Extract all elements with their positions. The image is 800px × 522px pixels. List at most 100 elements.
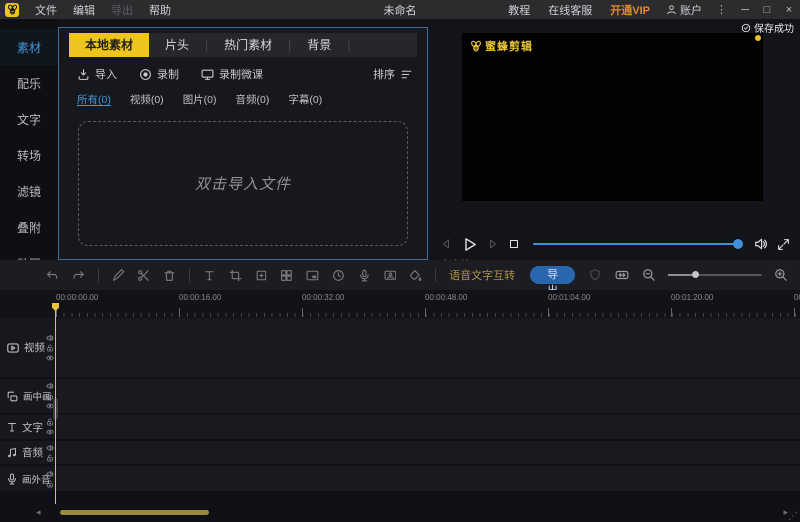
tab-local-media[interactable]: 本地素材 (69, 33, 149, 57)
presenter-icon[interactable] (384, 268, 397, 283)
minimize-button[interactable]: ─ (734, 4, 756, 16)
track-text[interactable]: 文字 (0, 415, 800, 439)
fit-timeline-icon[interactable] (614, 268, 630, 282)
track-voiceover-header: 画外音 (0, 466, 56, 491)
video-track-icon (6, 341, 20, 355)
track-lock-icon[interactable] (46, 480, 54, 488)
record-button[interactable]: 录制 (139, 66, 179, 82)
track-video[interactable]: 视频 (0, 318, 800, 377)
track-visibility-icon[interactable] (46, 428, 54, 436)
menu-edit[interactable]: 编辑 (65, 2, 103, 18)
chroma-key-icon[interactable] (409, 268, 422, 283)
time-ruler[interactable]: 00:00:00.00 00:00:16.00 00:00:32.00 00:0… (0, 290, 800, 318)
track-text-lane[interactable] (56, 415, 800, 439)
stop-icon[interactable] (508, 238, 520, 250)
volume-icon[interactable] (754, 237, 768, 251)
tab-background[interactable]: 背景 (291, 33, 347, 57)
fullscreen-icon[interactable] (777, 238, 790, 251)
account-button[interactable]: 账户 (659, 2, 709, 18)
redo-icon[interactable] (72, 268, 85, 283)
video-viewport[interactable]: 蜜蜂剪辑 (462, 33, 763, 201)
prev-frame-icon[interactable] (440, 238, 452, 250)
frame-add-icon[interactable] (255, 268, 268, 283)
filter-audio[interactable]: 音频(0) (236, 92, 270, 107)
track-mute-icon[interactable] (46, 334, 54, 342)
menu-file[interactable]: 文件 (27, 2, 65, 18)
crop-icon[interactable] (229, 268, 242, 283)
maximize-button[interactable]: □ (756, 4, 778, 16)
timeline-zoom-slider[interactable] (668, 274, 762, 276)
menu-help[interactable]: 帮助 (141, 2, 179, 18)
corner-handle[interactable] (755, 35, 761, 41)
tab-hot-media[interactable]: 热门素材 (208, 33, 288, 57)
shield-icon (588, 268, 602, 282)
track-audio[interactable]: 音频 (0, 441, 800, 464)
import-button[interactable]: 导入 (77, 66, 117, 82)
pip-icon[interactable] (306, 268, 319, 283)
filter-image[interactable]: 图片(0) (183, 92, 217, 107)
scrollbar-thumb[interactable] (60, 510, 209, 515)
track-video-lane[interactable] (56, 318, 800, 377)
playhead[interactable] (55, 303, 56, 504)
voiceover-track-icon (6, 473, 18, 485)
menu-export: 导出 (103, 2, 141, 18)
bee-icon (470, 40, 482, 52)
seek-handle[interactable] (733, 239, 743, 249)
duration-clock-icon[interactable] (332, 268, 345, 283)
track-mute-icon[interactable] (46, 470, 54, 478)
sidebar-item-text[interactable]: 文字 (0, 101, 58, 137)
sidebar-item-music[interactable]: 配乐 (0, 65, 58, 101)
export-button[interactable]: 导出 (530, 266, 575, 284)
tutorial-link[interactable]: 教程 (499, 2, 539, 18)
tab-intro[interactable]: 片头 (149, 33, 205, 57)
undo-icon[interactable] (46, 268, 59, 283)
track-pip-lane[interactable] (56, 379, 800, 413)
zoom-out-icon[interactable] (642, 268, 656, 282)
next-frame-icon[interactable] (487, 238, 499, 250)
play-icon[interactable] (461, 236, 478, 253)
seek-bar[interactable] (533, 243, 741, 245)
record-lesson-button[interactable]: 录制微课 (201, 66, 263, 82)
support-link[interactable]: 在线客服 (539, 2, 601, 18)
text-track-icon (6, 421, 18, 433)
vip-link[interactable]: 开通VIP (601, 2, 659, 18)
track-lock-icon[interactable] (46, 344, 54, 352)
track-visibility-icon[interactable] (46, 354, 54, 362)
track-pip[interactable]: 画中画 (0, 379, 800, 413)
ruler-label: 00:00:16.00 (179, 293, 221, 302)
edit-icon[interactable] (112, 268, 125, 283)
import-dropzone[interactable]: 双击导入文件 (78, 121, 408, 246)
scroll-left-icon[interactable]: ◂ (36, 507, 41, 518)
audio-track-icon (6, 447, 18, 459)
sidebar-item-material[interactable]: 素材 (0, 29, 58, 65)
filter-all[interactable]: 所有(0) (77, 92, 111, 107)
sidebar-item-overlay[interactable]: 叠附 (0, 209, 58, 245)
track-lock-icon[interactable] (46, 454, 54, 462)
track-voiceover-lane[interactable] (56, 466, 800, 491)
resize-grip-icon[interactable]: ⋰ (788, 511, 798, 522)
split-screen-icon[interactable] (280, 268, 293, 283)
import-icon (77, 68, 90, 81)
more-menu-icon[interactable]: ⋮ (709, 3, 734, 16)
add-text-icon[interactable] (203, 268, 216, 283)
delete-icon[interactable] (163, 268, 176, 283)
sidebar: 素材 配乐 文字 转场 滤镜 叠附 动画 (0, 19, 58, 260)
cut-icon[interactable] (137, 268, 150, 283)
person-icon (666, 4, 677, 15)
track-mute-icon[interactable] (46, 444, 54, 452)
sort-button[interactable]: 排序 (373, 66, 413, 82)
zoom-in-icon[interactable] (774, 268, 788, 282)
track-voiceover[interactable]: 画外音 (0, 466, 800, 491)
close-button[interactable]: × (778, 4, 800, 16)
zoom-slider-handle[interactable] (692, 271, 699, 278)
sidebar-item-filter[interactable]: 滤镜 (0, 173, 58, 209)
filter-subtitle[interactable]: 字幕(0) (288, 92, 322, 107)
filter-video[interactable]: 视频(0) (130, 92, 164, 107)
voiceover-mic-icon[interactable] (358, 268, 371, 283)
track-mute-icon[interactable] (46, 382, 54, 390)
sidebar-item-transition[interactable]: 转场 (0, 137, 58, 173)
account-label: 账户 (680, 2, 702, 18)
media-library-panel: 本地素材 片头 | 热门素材 | 背景 | 导入 录制 录制 (58, 27, 428, 260)
speech-to-text-button[interactable]: 语音文字互转 (449, 267, 515, 283)
track-audio-lane[interactable] (56, 441, 800, 464)
